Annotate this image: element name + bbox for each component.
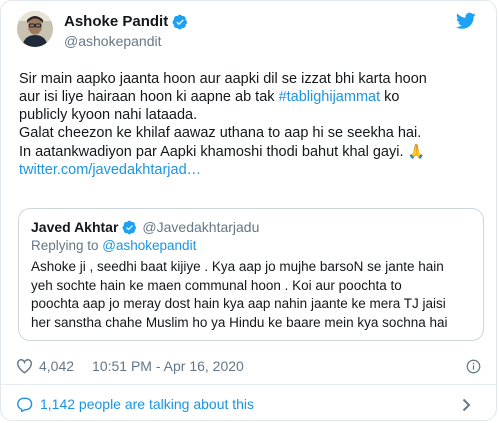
- like-count[interactable]: 4,042: [39, 358, 74, 374]
- tweet-timestamp[interactable]: 10:51 PM - Apr 16, 2020: [92, 358, 244, 374]
- author-name[interactable]: Ashoke Pandit: [64, 13, 168, 30]
- talking-about-label[interactable]: 1,142 people are talking about this: [40, 396, 254, 412]
- tweet-text-segment: publicly kyoon nahi lataada.: [19, 107, 198, 123]
- info-button[interactable]: [456, 359, 481, 379]
- speech-bubble-icon: [17, 397, 33, 412]
- tweet-text-segment: ko: [380, 89, 400, 105]
- quoted-line: her sanstha chahe Muslim ho ya Hindu ke …: [31, 314, 448, 330]
- quoted-line: poochta aap jo meray dost hain kya aap n…: [31, 296, 446, 311]
- tweet-line: Sir main aapko jaanta hoon aur aapki dil…: [19, 70, 489, 88]
- quoted-author-name[interactable]: Javed Akhtar: [31, 219, 118, 235]
- replying-to-mention[interactable]: @ashokepandit: [102, 238, 196, 253]
- avatar-image: [17, 11, 53, 47]
- quoted-tweet[interactable]: Javed Akhtar @Javedakhtarjadu Replying t…: [18, 208, 484, 341]
- author-row[interactable]: Ashoke Pandit: [64, 13, 188, 30]
- twitter-bird-icon[interactable]: [456, 12, 476, 30]
- folded-hands-emoji: 🙏: [407, 143, 425, 159]
- tweet-text-segment: In aatankwadiyon par Aapki khamoshi thod…: [19, 144, 404, 160]
- quoted-line: Ashoke ji , seedhi baat kijiye . Kya aap…: [31, 259, 444, 274]
- tweet-line: Galat cheezon ke khilaf aawaz uthana to …: [19, 124, 489, 142]
- tweet-text-segment: Sir main aapko jaanta hoon aur aapki dil…: [19, 71, 427, 87]
- tweet-meta: 4,042 10:51 PM - Apr 16, 2020: [16, 358, 244, 374]
- divider: [1, 384, 496, 385]
- embedded-tweet-card[interactable]: Ashoke Pandit @ashokepandit Sir main aap…: [0, 0, 497, 421]
- quoted-tweet-text: Ashoke ji , seedhi baat kijiye . Kya aap…: [31, 258, 479, 332]
- url-link[interactable]: twitter.com/javedakhtarjad…: [19, 162, 201, 178]
- replying-to: Replying to @ashokepandit: [31, 238, 196, 253]
- quoted-author-row[interactable]: Javed Akhtar @Javedakhtarjadu: [31, 219, 259, 235]
- tweet-text: Sir main aapko jaanta hoon aur aapki dil…: [19, 70, 489, 179]
- tweet-line: aur isi liye hairaan hoon ki aapne ab ta…: [19, 88, 489, 106]
- quoted-author-handle[interactable]: @Javedakhtarjadu: [142, 219, 259, 235]
- hashtag-link[interactable]: #tablighijammat: [279, 89, 381, 105]
- chevron-right-icon[interactable]: [462, 398, 471, 412]
- tweet-line: In aatankwadiyon par Aapki khamoshi thod…: [19, 142, 489, 161]
- replying-to-label: Replying to: [31, 238, 103, 253]
- tweet-text-segment: Galat cheezon ke khilaf aawaz uthana to …: [19, 125, 422, 141]
- info-icon[interactable]: [466, 359, 481, 374]
- verified-badge-icon: [122, 220, 137, 234]
- verified-badge-icon: [172, 14, 188, 29]
- author-handle[interactable]: @ashokepandit: [64, 33, 162, 49]
- tweet-line: publicly kyoon nahi lataada.: [19, 106, 489, 124]
- tweet-text-segment: aur isi liye hairaan hoon ki aapne ab ta…: [19, 89, 279, 105]
- tweet-line: twitter.com/javedakhtarjad…: [19, 161, 489, 179]
- avatar[interactable]: [17, 11, 53, 47]
- heart-icon[interactable]: [16, 358, 33, 374]
- talking-about-link[interactable]: 1,142 people are talking about this: [16, 396, 254, 412]
- quoted-line: yeh sochte hain ke maen communal hoon . …: [31, 277, 402, 293]
